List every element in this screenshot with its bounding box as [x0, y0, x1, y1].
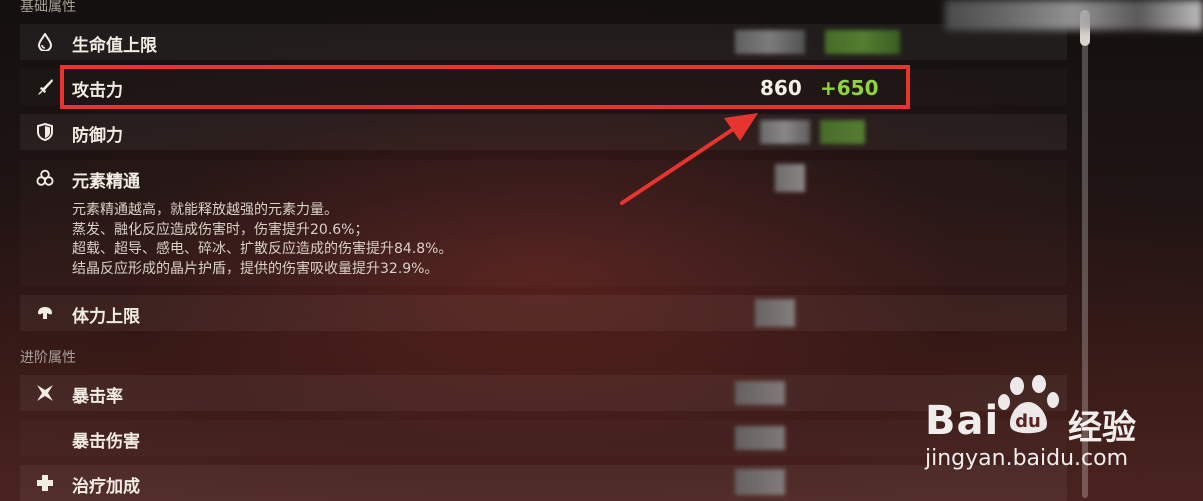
- baidu-paw-icon: du: [998, 375, 1059, 434]
- watermark-brand-left: Bai: [925, 398, 1000, 444]
- watermark-brand-right: 经验: [1068, 408, 1136, 448]
- watermark-url: jingyan.baidu.com: [925, 446, 1129, 471]
- svg-text:du: du: [1015, 411, 1041, 432]
